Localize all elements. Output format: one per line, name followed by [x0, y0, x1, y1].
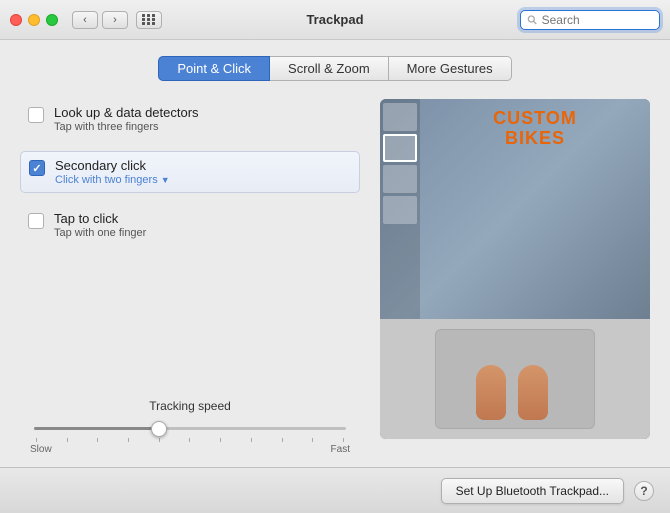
- search-input[interactable]: [542, 13, 653, 27]
- grid-icon: [142, 14, 156, 25]
- option-look-up-label: Look up & data detectors: [54, 105, 199, 120]
- traffic-lights: [10, 14, 58, 26]
- main-content: Point & Click Scroll & Zoom More Gesture…: [0, 40, 670, 467]
- bottom-bar: Set Up Bluetooth Trackpad... ?: [0, 467, 670, 513]
- setup-bluetooth-button[interactable]: Set Up Bluetooth Trackpad...: [441, 478, 624, 504]
- option-look-up-sub: Tap with three fingers: [54, 121, 199, 133]
- option-secondary-click-sub[interactable]: Click with two fingers ▼: [55, 174, 170, 186]
- option-tap-to-click-label: Tap to click: [54, 211, 146, 226]
- slider-fill: [34, 427, 159, 430]
- dropdown-chevron-icon: ▼: [161, 175, 170, 185]
- demo-screen: CUSTOM BIKES: [380, 99, 650, 319]
- maximize-button[interactable]: [46, 14, 58, 26]
- slider-container: [30, 419, 350, 442]
- tab-scroll-zoom[interactable]: Scroll & Zoom: [270, 56, 389, 81]
- slider-track: [34, 427, 346, 430]
- close-button[interactable]: [10, 14, 22, 26]
- option-look-up: Look up & data detectors Tap with three …: [20, 99, 360, 139]
- nav-buttons: ‹ ›: [72, 11, 128, 29]
- demo-title: CUSTOM BIKES: [430, 109, 640, 149]
- tracking-speed-section: Tracking speed Slow Fast: [20, 391, 360, 455]
- demo-thumb-2: [383, 134, 417, 162]
- main-area: Look up & data detectors Tap with three …: [20, 99, 650, 455]
- checkbox-look-up[interactable]: [28, 107, 44, 123]
- search-box[interactable]: [520, 10, 660, 30]
- demo-bg: CUSTOM BIKES: [380, 99, 650, 319]
- trackpad-surface: [435, 329, 595, 429]
- left-panel: Look up & data detectors Tap with three …: [20, 99, 360, 455]
- back-button[interactable]: ‹: [72, 11, 98, 29]
- tracking-speed-label: Tracking speed: [149, 399, 231, 413]
- tracking-speed-slider[interactable]: [151, 421, 167, 437]
- option-secondary-click: Secondary click Click with two fingers ▼: [20, 151, 360, 193]
- slider-fast-label: Fast: [331, 444, 350, 455]
- tab-bar: Point & Click Scroll & Zoom More Gesture…: [20, 56, 650, 81]
- grid-button[interactable]: [136, 11, 162, 29]
- option-tap-to-click-text: Tap to click Tap with one finger: [54, 211, 146, 239]
- checkbox-tap-to-click[interactable]: [28, 213, 44, 229]
- option-secondary-click-text: Secondary click Click with two fingers ▼: [55, 158, 170, 186]
- checkbox-secondary-click[interactable]: [29, 160, 45, 176]
- finger-right: [518, 365, 548, 420]
- window-title: Trackpad: [306, 12, 363, 27]
- slider-labels: Slow Fast: [30, 444, 350, 455]
- option-tap-to-click: Tap to click Tap with one finger: [20, 205, 360, 245]
- slider-ticks: [34, 438, 346, 442]
- option-tap-to-click-sub: Tap with one finger: [54, 227, 146, 239]
- demo-main-content: CUSTOM BIKES: [420, 99, 650, 319]
- slider-slow-label: Slow: [30, 444, 52, 455]
- demo-panel: CUSTOM BIKES: [380, 99, 650, 439]
- minimize-button[interactable]: [28, 14, 40, 26]
- demo-thumb-1: [383, 103, 417, 131]
- option-look-up-text: Look up & data detectors Tap with three …: [54, 105, 199, 133]
- tab-more-gestures[interactable]: More Gestures: [389, 56, 512, 81]
- help-button[interactable]: ?: [634, 481, 654, 501]
- finger-left: [476, 365, 506, 420]
- option-secondary-click-label: Secondary click: [55, 158, 170, 173]
- tab-point-click[interactable]: Point & Click: [158, 56, 270, 81]
- search-icon: [527, 14, 538, 26]
- titlebar: ‹ › Trackpad: [0, 0, 670, 40]
- demo-sidebar: [380, 99, 420, 319]
- demo-thumb-3: [383, 165, 417, 193]
- trackpad-area: [380, 319, 650, 439]
- demo-thumb-4: [383, 196, 417, 224]
- forward-button[interactable]: ›: [102, 11, 128, 29]
